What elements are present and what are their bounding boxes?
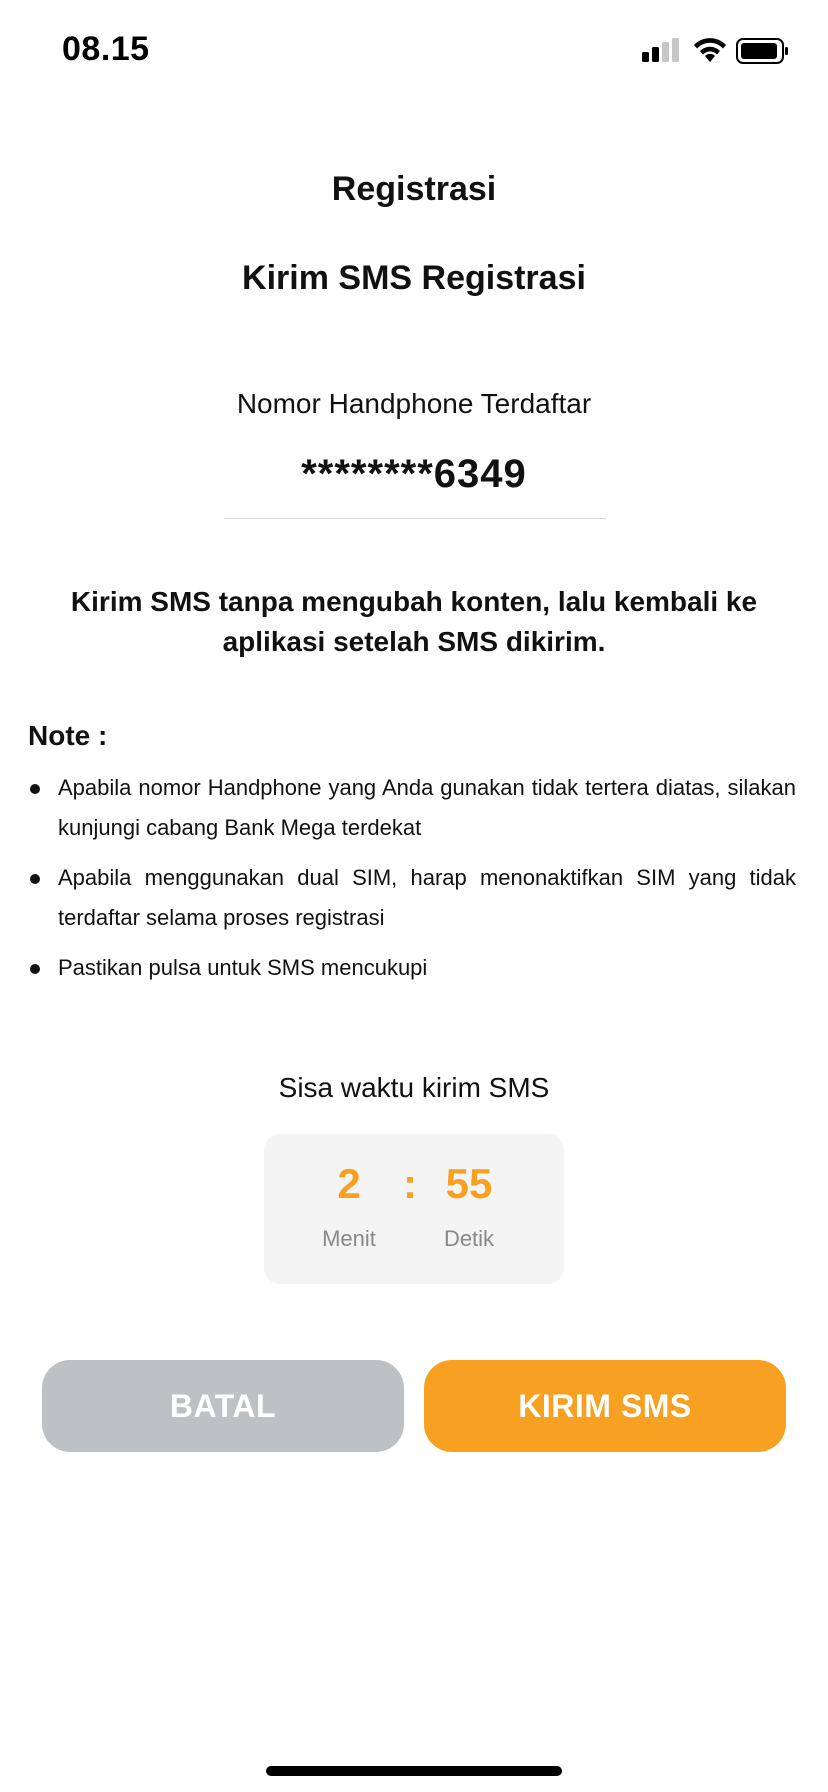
sms-instruction: Kirim SMS tanpa mengubah konten, lalu ke… [70,586,758,657]
note-item-text: Pastikan pulsa untuk SMS mencukupi [58,955,428,980]
timer-seconds: 55 [445,1160,493,1207]
home-indicator[interactable] [266,1766,562,1776]
phone-number-value: ********6349 [301,452,527,496]
bullet-icon [30,784,40,794]
page-title: Registrasi [331,170,497,208]
status-bar: 08.15 [0,0,828,100]
bullet-icon [30,874,40,884]
status-icons [642,36,792,66]
timer-separator: : [403,1160,417,1207]
timer-seconds-unit: Detik [443,1226,495,1251]
timer-minutes-unit: Menit [322,1226,376,1251]
status-time: 08.15 [62,30,150,68]
timer-label: Sisa waktu kirim SMS [278,1072,550,1103]
send-sms-button[interactable]: KIRIM SMS [424,1360,786,1452]
timer-minutes: 2 [337,1160,361,1207]
note-title: Note : [28,720,108,751]
countdown-timer: 2 : 55 Menit Detik [264,1134,564,1284]
battery-icon [736,38,788,64]
wifi-icon [694,38,726,62]
cancel-button[interactable]: BATAL [42,1360,404,1452]
note-item-text: Apabila nomor Handphone yang Anda gunaka… [58,775,796,840]
page-subtitle: Kirim SMS Registrasi [242,259,586,297]
note-item: Pastikan pulsa untuk SMS mencukupi [28,948,796,988]
note-item: Apabila nomor Handphone yang Anda gunaka… [28,768,796,848]
note-item: Apabila menggunakan dual SIM, harap meno… [28,858,796,938]
note-list: Apabila nomor Handphone yang Anda gunaka… [28,768,796,998]
signal-icon [642,38,679,62]
note-item-text: Apabila menggunakan dual SIM, harap meno… [58,865,796,930]
bullet-icon [30,964,40,974]
phone-label: Nomor Handphone Terdaftar [236,388,592,419]
phone-divider [224,518,606,519]
